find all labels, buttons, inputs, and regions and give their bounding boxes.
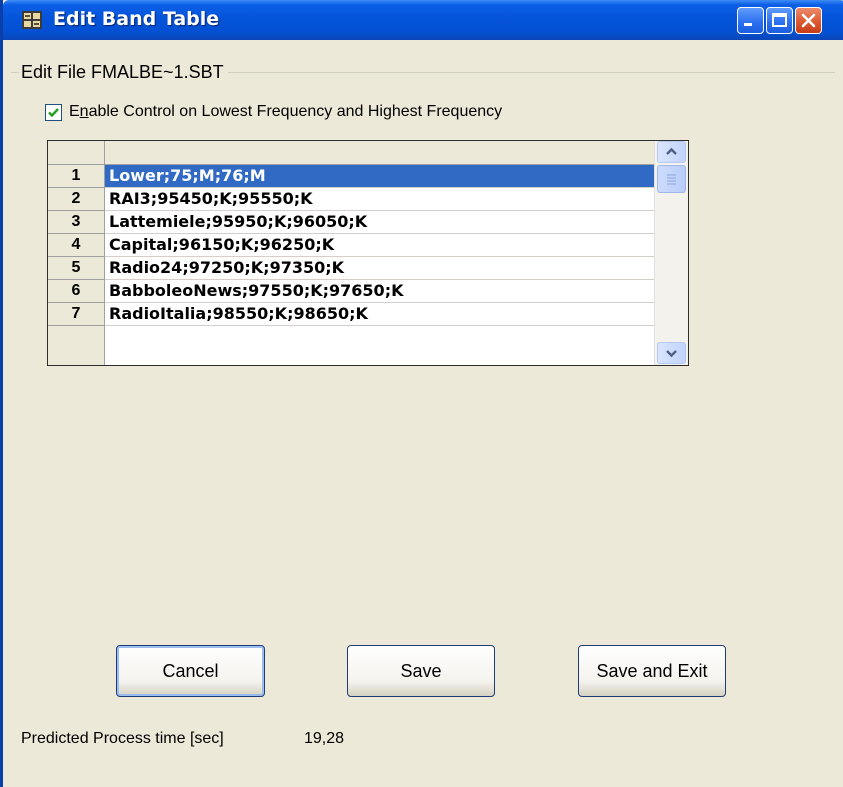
label-mnemonic: n <box>79 103 89 120</box>
row-number[interactable]: 3 <box>48 211 105 234</box>
scroll-down-button[interactable] <box>657 342 686 364</box>
table-row[interactable]: Lower;75;M;76;M <box>105 165 654 188</box>
row-number[interactable]: 2 <box>48 188 105 211</box>
scroll-up-button[interactable] <box>657 141 686 163</box>
table-row[interactable]: Lattemiele;95950;K;96050;K <box>105 211 654 234</box>
table-row[interactable]: RadioItalia;98550;K;98650;K <box>105 303 654 326</box>
table-row[interactable]: Capital;96150;K;96250;K <box>105 234 654 257</box>
close-icon <box>801 13 816 28</box>
row-number[interactable]: 7 <box>48 303 105 326</box>
edit-band-table-window: Edit Band Table Edit File FMALBE~1.SBT E… <box>0 0 843 787</box>
row-number[interactable]: 4 <box>48 234 105 257</box>
process-time-label: Predicted Process time [sec] <box>21 730 224 747</box>
cancel-button[interactable]: Cancel <box>116 645 265 697</box>
band-table-grid[interactable]: 1 Lower;75;M;76;M 2 RAI3;95450;K;95550;K… <box>47 140 689 366</box>
row-number-empty <box>48 326 105 365</box>
enable-control-checkbox[interactable] <box>45 104 62 121</box>
window-title: Edit Band Table <box>53 8 220 30</box>
table-row[interactable]: BabboleoNews;97550;K;97650;K <box>105 280 654 303</box>
minimize-icon <box>744 23 752 26</box>
label-part: able Control on Lowest Frequency and Hig… <box>88 103 503 120</box>
title-bar[interactable]: Edit Band Table <box>3 0 843 40</box>
app-icon <box>21 9 43 31</box>
label-part: E <box>69 103 80 120</box>
table-row[interactable]: RAI3;95450;K;95550;K <box>105 188 654 211</box>
maximize-icon <box>772 13 787 27</box>
vertical-scrollbar[interactable] <box>654 141 688 365</box>
enable-control-label[interactable]: Enable Control on Lowest Frequency and H… <box>69 103 502 121</box>
corner-header <box>48 141 105 165</box>
table-row[interactable]: Radio24;97250;K;97350;K <box>105 257 654 280</box>
chevron-up-icon <box>666 147 677 155</box>
scroll-thumb[interactable] <box>657 165 686 193</box>
column-header <box>105 141 654 165</box>
checkmark-icon <box>48 108 59 118</box>
row-number[interactable]: 5 <box>48 257 105 280</box>
row-number[interactable]: 1 <box>48 165 105 188</box>
grip-icon <box>667 174 676 185</box>
process-time-value: 19,28 <box>304 730 345 747</box>
save-and-exit-button[interactable]: Save and Exit <box>578 645 726 697</box>
group-box-label: Edit File FMALBE~1.SBT <box>19 62 228 83</box>
minimize-button[interactable] <box>737 7 764 34</box>
chevron-down-icon <box>666 350 677 358</box>
maximize-button[interactable] <box>766 7 793 34</box>
row-number[interactable]: 6 <box>48 280 105 303</box>
save-button[interactable]: Save <box>347 645 495 697</box>
close-button[interactable] <box>795 7 822 34</box>
